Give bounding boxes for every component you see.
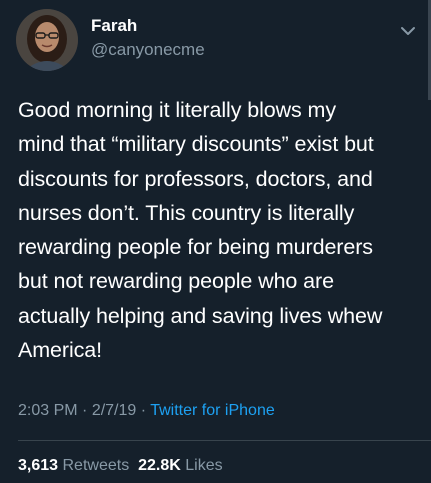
tweet-text-line: America! bbox=[18, 338, 103, 363]
tweet-meta: 2:03 PM · 2/7/19 · Twitter for iPhone bbox=[18, 402, 275, 420]
tweet-text-line: rewarding people for being murderers bbox=[18, 235, 373, 260]
tweet-text-line: discounts for professors, doctors, and bbox=[18, 166, 373, 191]
tweet-text-line: but not rewarding people who are bbox=[18, 269, 334, 294]
tweet-text: Good morning it literally blows my mind … bbox=[18, 93, 423, 367]
tweet-text-line: actually helping and saving lives whew bbox=[18, 303, 383, 328]
tweet-time: 2:03 PM bbox=[18, 402, 78, 419]
tweet-text-line: mind that “military discounts” exist but bbox=[18, 132, 374, 157]
retweets-count: 3,613 bbox=[18, 457, 59, 474]
chevron-down-icon[interactable] bbox=[398, 24, 418, 38]
tweet-text-line: Good morning it literally blows my bbox=[18, 98, 337, 122]
avatar[interactable] bbox=[16, 9, 78, 71]
user-avatar-icon bbox=[16, 9, 78, 71]
tweet-card: Farah @canyonecme Good morning it litera… bbox=[0, 0, 431, 483]
user-handle[interactable]: @canyonecme bbox=[91, 40, 205, 60]
tweet-source-link[interactable]: Twitter for iPhone bbox=[150, 402, 275, 419]
likes-label: Likes bbox=[185, 457, 223, 474]
likes-stat[interactable]: 22.8K Likes bbox=[138, 457, 223, 474]
likes-count: 22.8K bbox=[138, 457, 181, 474]
retweets-stat[interactable]: 3,613 Retweets bbox=[18, 457, 129, 474]
meta-separator: · bbox=[136, 402, 151, 419]
tweet-text-line: nurses don’t. This country is literally bbox=[18, 200, 355, 225]
tweet-stats: 3,613 Retweets 22.8K Likes bbox=[18, 457, 223, 475]
retweets-label: Retweets bbox=[62, 457, 130, 474]
display-name[interactable]: Farah bbox=[91, 16, 137, 36]
tweet-date: 2/7/19 bbox=[91, 402, 137, 419]
divider bbox=[18, 440, 431, 441]
meta-separator: · bbox=[77, 402, 92, 419]
